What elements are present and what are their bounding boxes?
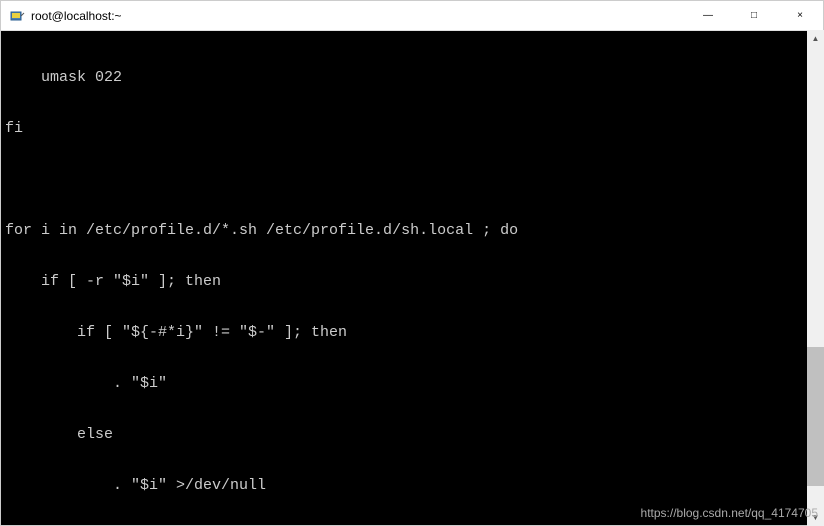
vertical-scrollbar[interactable]: ▲ ▼ (807, 30, 824, 526)
close-button[interactable]: × (777, 1, 823, 30)
code-line: . "$i" (5, 375, 817, 392)
terminal-window: root@localhost:~ — □ × umask 022 fi for … (0, 0, 824, 526)
window-controls: — □ × (685, 1, 823, 30)
putty-icon (9, 8, 25, 24)
code-line: fi (5, 120, 817, 137)
minimize-button[interactable]: — (685, 1, 731, 30)
code-line: else (5, 426, 817, 443)
code-line: for i in /etc/profile.d/*.sh /etc/profil… (5, 222, 817, 239)
scroll-track[interactable] (807, 47, 824, 509)
code-line: if [ -r "$i" ]; then (5, 273, 817, 290)
maximize-button[interactable]: □ (731, 1, 777, 30)
window-title: root@localhost:~ (31, 9, 685, 23)
code-line: if [ "${-#*i}" != "$-" ]; then (5, 324, 817, 341)
scroll-thumb[interactable] (807, 347, 824, 486)
code-line: . "$i" >/dev/null (5, 477, 817, 494)
code-line: umask 022 (5, 69, 817, 86)
titlebar[interactable]: root@localhost:~ — □ × (1, 1, 823, 31)
watermark-text: https://blog.csdn.net/qq_4174705 (641, 506, 818, 520)
scroll-up-arrow[interactable]: ▲ (807, 30, 824, 47)
code-line (5, 171, 817, 188)
terminal-content[interactable]: umask 022 fi for i in /etc/profile.d/*.s… (1, 31, 823, 525)
